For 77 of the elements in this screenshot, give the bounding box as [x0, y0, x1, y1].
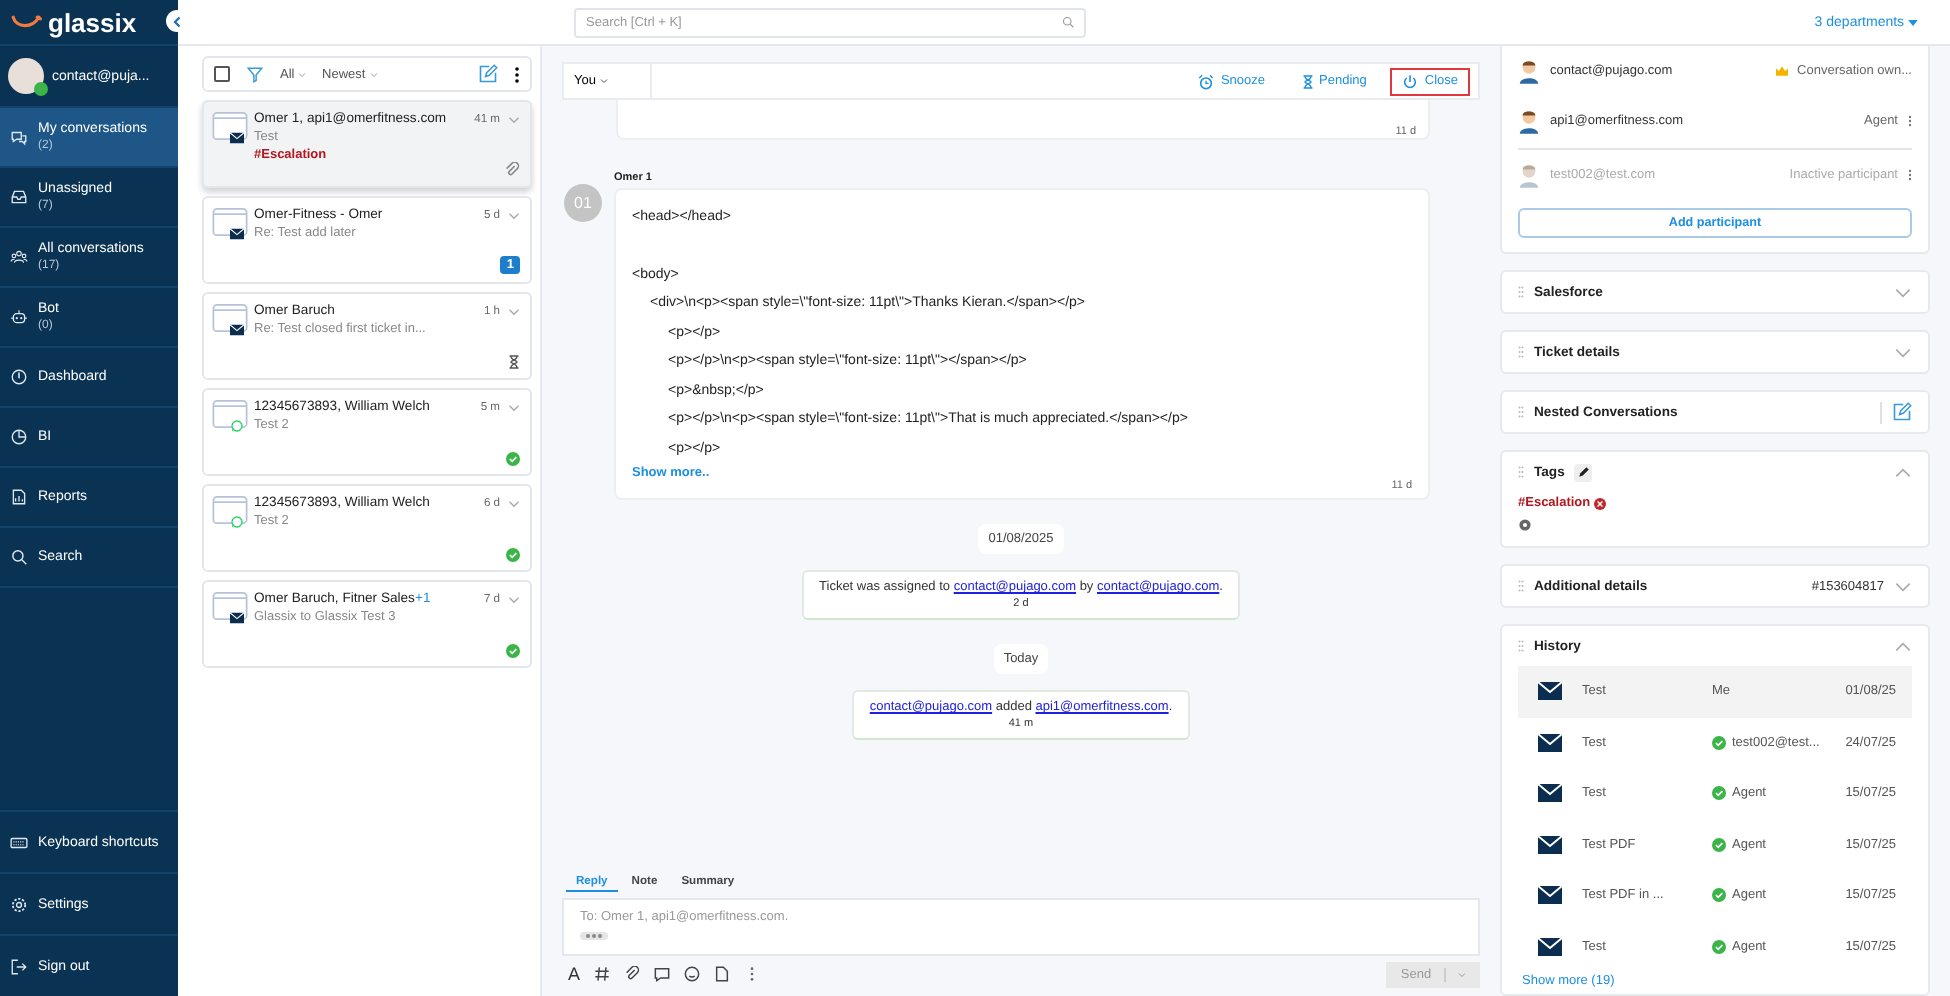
chevron-icon[interactable] — [508, 115, 520, 123]
chevron-icon[interactable] — [508, 499, 520, 507]
contact-avatar-icon — [212, 496, 248, 524]
keyboard-icon — [10, 833, 28, 851]
robot-icon — [10, 308, 28, 326]
gauge-icon — [10, 368, 28, 386]
hourglass-icon — [1301, 73, 1314, 89]
agent-avatar-icon — [1518, 108, 1540, 134]
envelope-icon — [1538, 733, 1562, 752]
expand-chevron-icon[interactable] — [1894, 581, 1912, 591]
caret-down-icon — [599, 78, 608, 84]
check-circle-icon — [506, 644, 520, 658]
envelope-icon — [1538, 937, 1562, 956]
remove-tag-icon[interactable] — [1594, 497, 1607, 509]
hashtag-icon[interactable] — [594, 966, 611, 982]
hourglass-icon — [508, 354, 520, 370]
envelope-icon — [230, 228, 244, 240]
smile-logo-icon — [10, 12, 42, 32]
contact-avatar-icon — [212, 400, 248, 428]
chat-bubble-icon — [230, 420, 244, 432]
more-icon[interactable] — [514, 65, 520, 83]
power-icon — [1402, 73, 1419, 89]
document-icon[interactable] — [714, 966, 731, 982]
contact-avatar-icon — [212, 112, 248, 140]
pie-chart-icon — [10, 428, 28, 446]
chat-bubble-icon — [230, 516, 244, 528]
search-icon — [10, 548, 28, 566]
chevron-icon[interactable] — [508, 595, 520, 603]
check-circle-icon — [506, 548, 520, 562]
people-icon — [10, 248, 28, 266]
agent-avatar-icon — [1518, 162, 1540, 188]
contact-avatar-icon — [212, 592, 248, 620]
expand-quote-icon[interactable] — [580, 932, 608, 940]
envelope-icon — [230, 132, 244, 144]
text-format-button[interactable]: A — [568, 964, 581, 984]
compose-icon[interactable] — [1892, 402, 1912, 422]
caret-down-icon — [1457, 971, 1466, 977]
compose-icon[interactable] — [478, 64, 498, 84]
envelope-icon — [230, 324, 244, 336]
collapse-chevron-icon[interactable] — [1894, 641, 1912, 651]
envelope-icon — [1538, 682, 1562, 701]
report-icon — [10, 488, 28, 506]
speech-bubble-icon[interactable] — [654, 966, 671, 982]
envelope-icon — [1538, 835, 1562, 854]
chevron-icon[interactable] — [508, 211, 520, 219]
agent-avatar-icon — [1518, 58, 1540, 84]
alarm-clock-icon — [1198, 73, 1215, 89]
caret-down-icon — [1908, 19, 1918, 25]
emoji-icon[interactable] — [684, 966, 701, 982]
contact-avatar-icon — [212, 304, 248, 332]
chevron-icon[interactable] — [508, 403, 520, 411]
caret-down-icon — [369, 71, 378, 77]
sign-out-icon — [10, 957, 28, 975]
select-all-checkbox[interactable] — [214, 66, 230, 82]
settings-icon[interactable] — [1518, 518, 1532, 532]
logo-text: glassix — [48, 7, 137, 37]
expand-chevron-icon[interactable] — [1894, 287, 1912, 297]
user-avatar[interactable] — [8, 58, 44, 94]
inbox-icon — [10, 188, 28, 206]
chevron-left-icon[interactable] — [171, 15, 183, 27]
search-icon — [1062, 16, 1074, 28]
edit-tags-button[interactable] — [1574, 463, 1593, 481]
chevron-icon[interactable] — [508, 307, 520, 315]
contact-avatar-icon — [212, 208, 248, 236]
paperclip-icon — [504, 162, 520, 178]
collapse-chevron-icon[interactable] — [1894, 467, 1912, 477]
filter-icon[interactable] — [246, 65, 264, 83]
caret-down-icon — [298, 71, 307, 77]
paperclip-icon[interactable] — [624, 966, 641, 982]
envelope-icon — [230, 612, 244, 624]
sender-avatar: 01 — [564, 184, 602, 222]
check-circle-icon — [506, 452, 520, 466]
envelope-icon — [1538, 886, 1562, 905]
expand-chevron-icon[interactable] — [1894, 347, 1912, 357]
envelope-icon — [1538, 784, 1562, 803]
settings-icon — [10, 895, 28, 913]
chat-bubbles-icon — [10, 128, 28, 146]
